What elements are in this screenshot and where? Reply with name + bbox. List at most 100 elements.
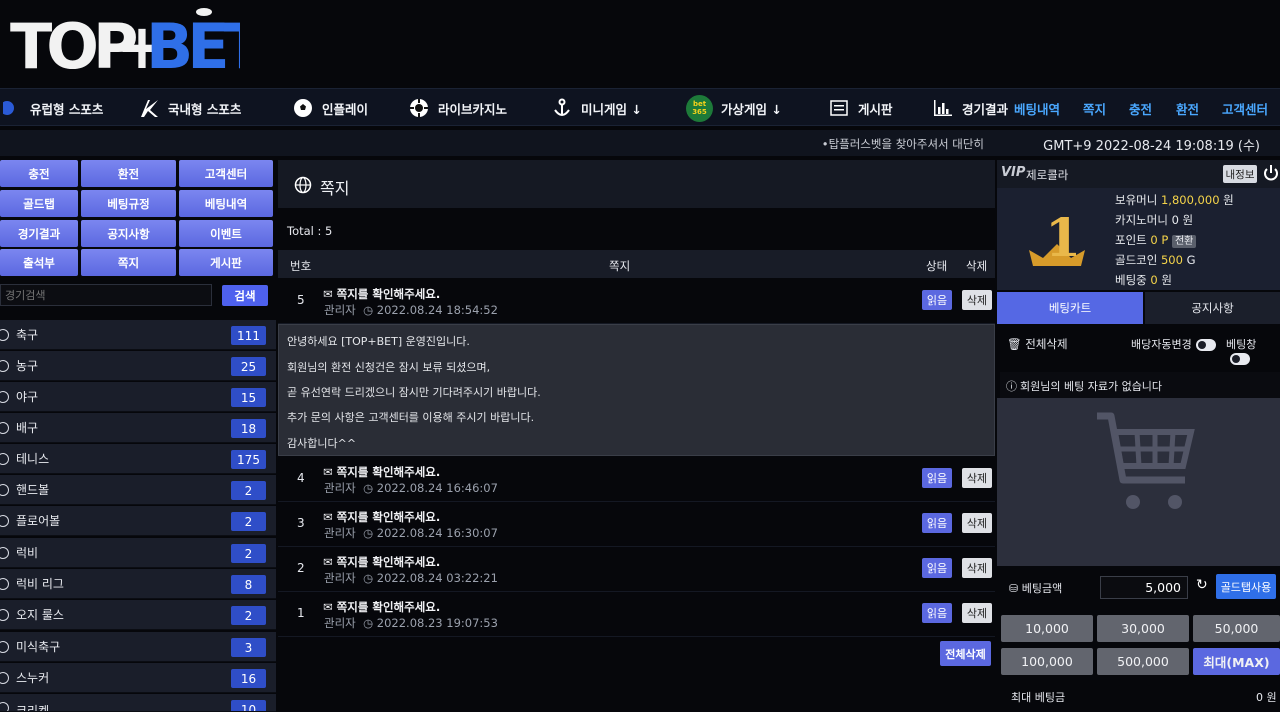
nav-link-support[interactable]: 고객센터 [1222,89,1268,127]
nav-link-messages[interactable]: 쪽지 [1083,89,1106,127]
quick-btn-messages[interactable]: 쪽지 [81,249,176,276]
info-icon: ⓘ [1006,380,1017,393]
nav-live-casino[interactable]: 라이브카지노 [408,89,507,127]
delete-button[interactable]: 삭제 [962,603,992,623]
match-search-input[interactable] [0,284,212,306]
toggle-switch[interactable] [1195,339,1216,351]
cart-delete-all[interactable]: 🗑 전체삭제 [1007,336,1068,352]
tab-notice[interactable]: 공지사항 [1145,292,1280,324]
sport-count: 18 [231,419,266,438]
sport-item-american-football[interactable]: 미식축구 3 [0,632,276,662]
message-subject[interactable]: ✉ 쪽지를 확인해주세요. [323,286,440,302]
bet-window-toggle[interactable]: 베팅창 [1226,336,1280,365]
search-button[interactable]: 검색 [222,285,268,306]
read-status-badge: 읽음 [922,468,952,488]
power-icon[interactable] [1263,164,1279,185]
cart-options: 🗑 전체삭제 배당자동변경 베팅창 [997,326,1280,365]
bet-amount-input[interactable]: 5,000 [1100,576,1188,599]
sport-item-soccer[interactable]: 축구 111 [0,320,276,350]
refresh-icon[interactable]: ↻ [1196,577,1208,593]
quick-btn-goldtab[interactable]: 골드탭 [0,190,78,217]
trash-icon: 🗑 [1007,337,1022,351]
delete-button[interactable]: 삭제 [962,290,992,310]
nav-board[interactable]: 게시판 [828,89,893,127]
quick-btn-notice[interactable]: 공지사항 [81,220,176,247]
table-row[interactable]: 4 ✉ 쪽지를 확인해주세요. 관리자 ◷ 2022.08.24 16:46:0… [278,456,995,502]
sport-item-snooker[interactable]: 스누커 16 [0,663,276,693]
message-subject[interactable]: ✉ 쪽지를 확인해주세요. [323,599,440,615]
read-status-badge: 읽음 [922,558,952,578]
soccer-icon [0,328,9,341]
balance-casino: 카지노머니 0 원 [1115,213,1194,227]
sport-item-floorball[interactable]: 플로어볼 2 [0,506,276,536]
quick-btn-deposit[interactable]: 충전 [0,160,78,187]
site-logo[interactable]: TOP + BET [8,6,272,83]
convert-point-button[interactable]: 전환 [1171,235,1197,248]
sport-item-aussie-rules[interactable]: 오지 룰스 2 [0,600,276,630]
sport-item-volleyball[interactable]: 배구 18 [0,413,276,443]
table-row[interactable]: 5 ✉ 쪽지를 확인해주세요. 관리자 ◷ 2022.08.24 18:54:5… [278,278,995,324]
amount-50000-button[interactable]: 50,000 [1193,615,1280,642]
sport-count: 111 [231,326,266,345]
sport-count: 2 [231,544,266,563]
sport-item-basketball[interactable]: 농구 25 [0,351,276,381]
gold-use-button[interactable]: 골드탭사용 [1216,574,1276,599]
sport-count: 3 [231,638,266,657]
cart-empty-message: ⓘ 회원님의 베팅 자료가 없습니다 [1000,372,1280,398]
sport-count: 25 [231,357,266,376]
vip-badge: VIP [1001,165,1026,180]
sport-count: 2 [231,512,266,531]
sport-count: 8 [231,575,266,594]
amount-30000-button[interactable]: 30,000 [1097,615,1189,642]
delete-button[interactable]: 삭제 [962,513,992,533]
amount-max-button[interactable]: 최대(MAX) [1193,648,1280,675]
nav-inplay[interactable]: 인플레이 [292,89,368,127]
amount-500000-button[interactable]: 500,000 [1097,648,1189,675]
table-row[interactable]: 3 ✉ 쪽지를 확인해주세요. 관리자 ◷ 2022.08.24 16:30:0… [278,501,995,547]
sport-item-tennis[interactable]: 테니스 175 [0,444,276,474]
my-info-button[interactable]: 내정보 [1223,165,1257,183]
quick-btn-board[interactable]: 게시판 [179,249,273,276]
quick-btn-bet-history[interactable]: 베팅내역 [179,190,273,217]
delete-button[interactable]: 삭제 [962,558,992,578]
delete-all-button[interactable]: 전체삭제 [940,641,991,666]
nav-results[interactable]: 경기결과 [932,89,1008,127]
tab-bet-cart[interactable]: 베팅카트 [997,292,1143,324]
quick-btn-event[interactable]: 이벤트 [179,220,273,247]
amount-10000-button[interactable]: 10,000 [1001,615,1093,642]
toggle-switch[interactable] [1230,353,1250,365]
sport-item-rugby-league[interactable]: 럭비 리그 8 [0,569,276,599]
snooker-icon [0,671,9,684]
anchor-icon [551,97,573,119]
sport-item-cricket[interactable]: 크리켓 10 [0,694,276,712]
sport-item-rugby[interactable]: 럭비 2 [0,538,276,568]
read-status-badge: 읽음 [922,290,952,310]
quick-btn-results[interactable]: 경기결과 [0,220,78,247]
message-subject[interactable]: ✉ 쪽지를 확인해주세요. [323,509,440,525]
table-row[interactable]: 1 ✉ 쪽지를 확인해주세요. 관리자 ◷ 2022.08.23 19:07:5… [278,591,995,637]
auto-odds-toggle[interactable]: 배당자동변경 [1131,336,1216,352]
sport-item-baseball[interactable]: 야구 15 [0,382,276,412]
nav-link-deposit[interactable]: 충전 [1129,89,1152,127]
message-subject[interactable]: ✉ 쪽지를 확인해주세요. [323,554,440,570]
basketball-icon [0,359,9,372]
table-row[interactable]: 2 ✉ 쪽지를 확인해주세요. 관리자 ◷ 2022.08.24 03:22:2… [278,546,995,592]
sport-item-handball[interactable]: 핸드볼 2 [0,475,276,505]
nav-european-sports[interactable]: 유럽형 스포츠 [0,89,103,127]
total-count: Total : 5 [287,224,333,238]
nav-virtual-game[interactable]: bet 365 가상게임 ↓ [686,89,782,127]
quick-btn-bet-rules[interactable]: 베팅규정 [81,190,176,217]
amount-100000-button[interactable]: 100,000 [1001,648,1093,675]
messages-header [278,160,995,208]
quick-btn-support[interactable]: 고객센터 [179,160,273,187]
quick-btn-withdraw[interactable]: 환전 [81,160,176,187]
delete-button[interactable]: 삭제 [962,468,992,488]
nav-mini-game[interactable]: 미니게임 ↓ [551,89,642,127]
message-subject[interactable]: ✉ 쪽지를 확인해주세요. [323,464,440,480]
nav-domestic-sports[interactable]: 국내형 스포츠 [138,89,241,127]
cricket-icon [0,702,9,711]
nav-link-withdraw[interactable]: 환전 [1176,89,1199,127]
clock-icon: ◷ [363,571,374,585]
nav-link-bet-history[interactable]: 베팅내역 [1014,89,1060,127]
quick-btn-attendance[interactable]: 출석부 [0,249,78,276]
